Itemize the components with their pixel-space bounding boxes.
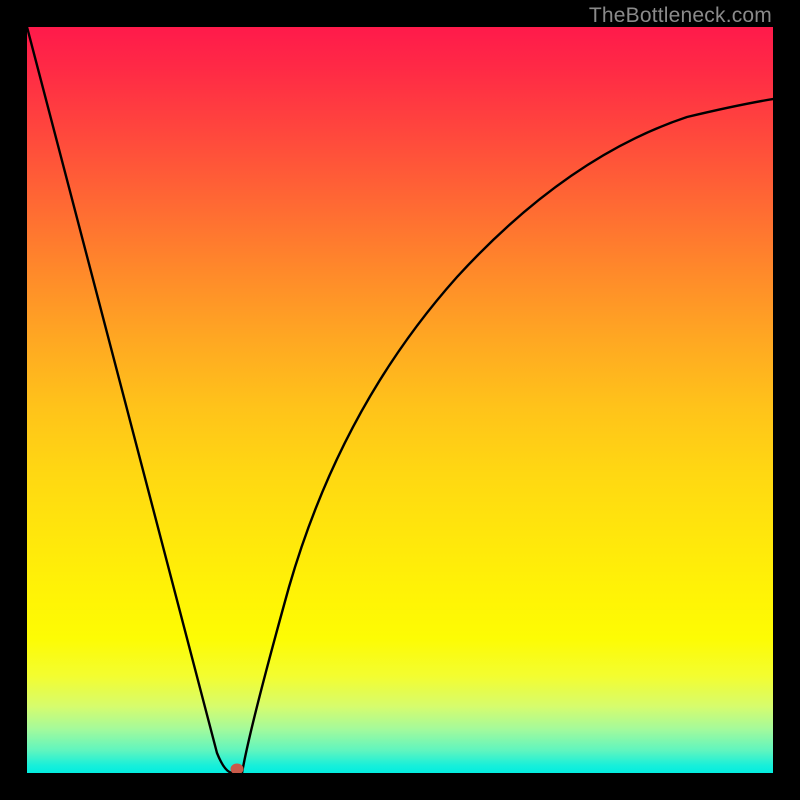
chart-plot-area: [27, 27, 773, 773]
watermark-text: TheBottleneck.com: [589, 4, 772, 28]
bottleneck-curve: [27, 27, 773, 773]
chart-curve-layer: [27, 27, 773, 773]
optimal-point-marker: [231, 764, 244, 774]
